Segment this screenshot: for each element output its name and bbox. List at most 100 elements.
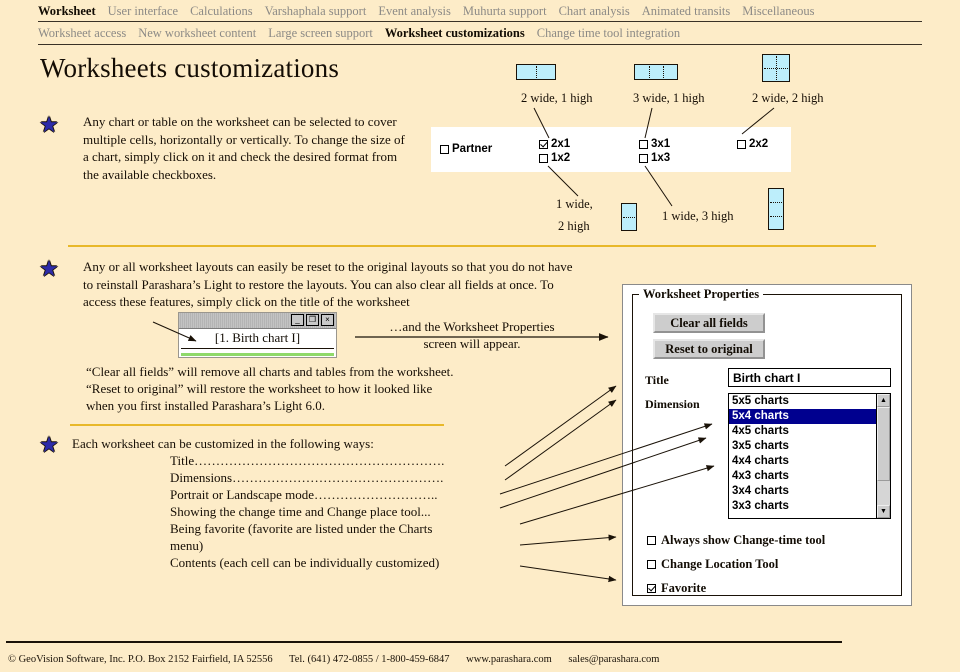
dimension-field-label: Dimension (645, 397, 700, 411)
bullet-2-note-3: when you first installed Parashara’s Lig… (86, 398, 326, 413)
checkbox-box-2x1[interactable] (539, 139, 548, 149)
nav-item-varshaphala[interactable]: Varshaphala support (265, 4, 367, 18)
customization-item-orientation: Portrait or Landscape mode……………………….. (170, 487, 438, 502)
scrollbar-thumb[interactable] (877, 407, 890, 481)
checkbox-box-3x1[interactable] (639, 139, 648, 149)
dimension-option-3x3[interactable]: 3x3 charts (729, 499, 890, 514)
customization-item-tools: Showing the change time and Change place… (170, 504, 431, 519)
nav-divider-top (38, 21, 922, 22)
checkbox-label-2x2: 2x2 (749, 138, 769, 150)
title-field-label: Title (645, 373, 669, 387)
close-icon[interactable]: × (321, 314, 334, 326)
cell-label-3x1: 3 wide, 1 high (633, 91, 705, 105)
nav-item-worksheet[interactable]: Worksheet (38, 4, 96, 18)
customization-item-contents: Contents (each cell can be individually … (170, 555, 440, 570)
worksheet-title-window-mock[interactable]: _ ❐ × [1. Birth chart I] (178, 312, 337, 358)
checkbox-partner[interactable]: Partner (440, 143, 492, 155)
checkbox-always-show-change-time[interactable]: Always show Change-time tool (647, 533, 825, 548)
star-icon-bullet-2: ★ (39, 256, 59, 281)
footer-email[interactable]: sales@parashara.com (568, 654, 659, 665)
reset-to-original-button[interactable]: Reset to original (653, 339, 765, 359)
bullet-2-note-1: “Clear all fields” will remove all chart… (86, 364, 454, 379)
cell-label-2x1: 2 wide, 1 high (521, 91, 593, 105)
dimension-option-5x5[interactable]: 5x5 charts (729, 394, 890, 409)
title-underline (181, 348, 334, 349)
nav-item-miscellaneous[interactable]: Miscellaneous (742, 4, 814, 18)
checkbox-favorite[interactable]: Favorite (647, 581, 706, 596)
checkbox-box-1x3[interactable] (639, 153, 648, 163)
checkbox-2x2[interactable]: 2x2 (737, 138, 768, 150)
checkbox-label-3x1: 3x1 (651, 138, 671, 150)
scroll-up-icon[interactable]: ▲ (877, 394, 890, 407)
callout-text: …and the Worksheet Properties screen wil… (357, 318, 587, 352)
subnav-item-worksheet-access[interactable]: Worksheet access (38, 26, 126, 40)
dimension-option-4x3[interactable]: 4x3 charts (729, 469, 890, 484)
checkbox-box-2x2[interactable] (737, 139, 746, 149)
nav-item-muhurta[interactable]: Muhurta support (463, 4, 547, 18)
cell-label-1x3: 1 wide, 3 high (662, 209, 734, 223)
dimension-option-4x4[interactable]: 4x4 charts (729, 454, 890, 469)
customization-item-favorite: Being favorite (favorite are listed unde… (170, 521, 433, 536)
checkbox-box-always-show-change-time[interactable] (647, 536, 656, 545)
window-buttons: _ ❐ × (291, 314, 334, 326)
dimension-scrollbar[interactable]: ▲ ▼ (876, 394, 890, 518)
callout-line-2: screen will appear. (423, 336, 521, 351)
cell-diagram-3x1 (634, 64, 678, 80)
footer-divider (6, 641, 842, 643)
nav-item-user-interface[interactable]: User interface (108, 4, 178, 18)
bullet-1-text: Any chart or table on the worksheet can … (83, 114, 405, 182)
checkbox-box-favorite[interactable] (647, 584, 656, 593)
restore-icon[interactable]: ❐ (306, 314, 319, 326)
checkbox-box-change-location-tool[interactable] (647, 560, 656, 569)
subnav-item-large-screen[interactable]: Large screen support (268, 26, 373, 40)
dimension-option-3x4[interactable]: 3x4 charts (729, 484, 890, 499)
window-titlebar: _ ❐ × (179, 313, 336, 329)
nav-item-chart-analysis[interactable]: Chart analysis (559, 4, 630, 18)
dimension-listbox[interactable]: 5x5 charts 5x4 charts 4x5 charts 3x5 cha… (728, 393, 891, 519)
cell-diagram-1x3 (768, 188, 784, 230)
nav-item-event-analysis[interactable]: Event analysis (378, 4, 451, 18)
star-icon-bullet-3: ★ (39, 432, 59, 457)
footer: © GeoVision Software, Inc. P.O. Box 2152… (8, 653, 673, 666)
footer-website[interactable]: www.parashara.com (466, 654, 552, 665)
size-checkbox-panel: Partner 2x1 1x2 3x1 1x3 2x2 (431, 127, 791, 172)
checkbox-3x1[interactable]: 3x1 (639, 138, 670, 150)
scroll-down-icon[interactable]: ▼ (877, 505, 890, 518)
checkbox-change-location-tool[interactable]: Change Location Tool (647, 557, 778, 572)
checkbox-label-partner: Partner (452, 143, 493, 155)
checkbox-box-partner[interactable] (440, 144, 449, 154)
section-divider-2 (70, 424, 444, 426)
cell-label-1x2-line1: 1 wide, (556, 197, 593, 211)
subnav-item-worksheet-customizations[interactable]: Worksheet customizations (385, 26, 525, 40)
star-icon-bullet-1: ★ (39, 112, 59, 137)
worksheet-properties-legend: Worksheet Properties (639, 287, 764, 302)
dimension-option-4x5[interactable]: 4x5 charts (729, 424, 890, 439)
worksheet-properties-panel: Worksheet Properties Clear all fields Re… (622, 284, 912, 606)
secondary-nav: Worksheet access New worksheet content L… (38, 24, 922, 42)
dimension-option-5x4[interactable]: 5x4 charts (729, 409, 890, 424)
cell-diagram-1x2 (621, 203, 637, 231)
nav-item-animated-transits[interactable]: Animated transits (642, 4, 731, 18)
primary-nav: Worksheet User interface Calculations Va… (38, 2, 922, 20)
title-input[interactable]: Birth chart I (728, 368, 891, 387)
customization-item-title: Title…………………………………………………. (170, 453, 445, 468)
nav-item-calculations[interactable]: Calculations (190, 4, 253, 18)
checkbox-1x3[interactable]: 1x3 (639, 152, 670, 164)
minimize-icon[interactable]: _ (291, 314, 304, 326)
checkbox-2x1[interactable]: 2x1 (539, 138, 570, 150)
cell-label-2x2: 2 wide, 2 high (752, 91, 824, 105)
checkbox-label-always-show-change-time: Always show Change-time tool (661, 533, 826, 547)
bullet-2-text: Any or all worksheet layouts can easily … (83, 259, 573, 309)
worksheet-title-label[interactable]: [1. Birth chart I] (179, 329, 336, 347)
checkbox-label-favorite: Favorite (661, 581, 707, 595)
cell-diagram-2x2 (762, 54, 790, 82)
callout-line-1: …and the Worksheet Properties (389, 319, 555, 334)
dimension-option-3x5[interactable]: 3x5 charts (729, 439, 890, 454)
checkbox-box-1x2[interactable] (539, 153, 548, 163)
checkbox-1x2[interactable]: 1x2 (539, 152, 570, 164)
clear-all-fields-button[interactable]: Clear all fields (653, 313, 765, 333)
subnav-item-new-content[interactable]: New worksheet content (138, 26, 256, 40)
subnav-item-change-time-tool[interactable]: Change time tool integration (537, 26, 680, 40)
checkbox-label-1x2: 1x2 (551, 152, 571, 164)
cell-label-1x2-line2: 2 high (558, 219, 590, 233)
